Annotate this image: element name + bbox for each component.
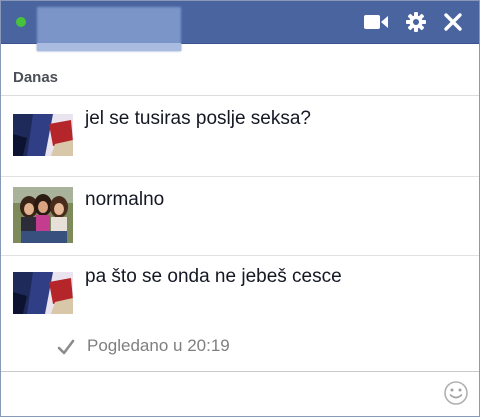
- contact-avatar-photo[interactable]: [13, 272, 73, 314]
- chat-titlebar[interactable]: [1, 1, 479, 51]
- message-input[interactable]: [9, 378, 433, 410]
- video-call-icon[interactable]: [363, 11, 389, 33]
- close-icon[interactable]: [442, 11, 464, 33]
- seen-timestamp: Pogledano u 20:19: [87, 336, 230, 355]
- message-row: jel se tusiras poslje seksa?: [1, 96, 479, 177]
- check-icon: [57, 338, 75, 361]
- message-row: normalno: [1, 177, 479, 256]
- contact-name-redaction-edge: [37, 43, 181, 51]
- message-text: pa što se onda ne jebeš cesce: [85, 266, 342, 287]
- day-separator: Danas: [1, 61, 479, 96]
- day-label: Danas: [13, 69, 59, 86]
- gear-icon[interactable]: [405, 11, 427, 33]
- emoji-icon[interactable]: [441, 378, 471, 413]
- message-text: jel se tusiras poslje seksa?: [85, 108, 311, 129]
- seen-receipt: Pogledano u 20:19: [1, 333, 479, 363]
- contact-avatar-photo[interactable]: [13, 114, 73, 156]
- message-row: pa što se onda ne jebeš cesce: [1, 256, 479, 332]
- chat-window: Danas jel se tusiras poslje seksa? norma…: [0, 0, 480, 417]
- user-avatar-photo[interactable]: [13, 187, 73, 243]
- composer-bar: [1, 371, 479, 416]
- message-text: normalno: [85, 189, 165, 210]
- online-status-icon: [16, 17, 26, 27]
